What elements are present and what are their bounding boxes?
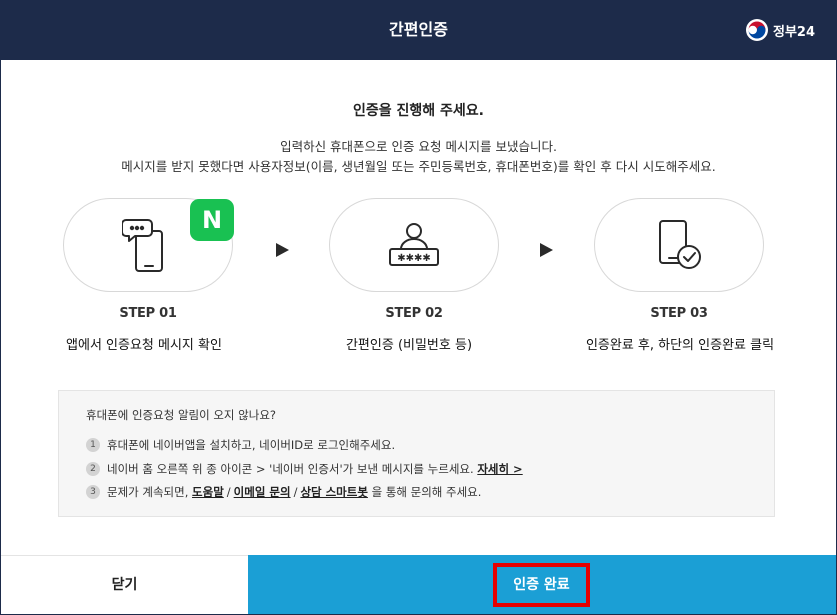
step-02-icon-box: ✱✱✱✱ bbox=[329, 198, 499, 292]
step-02-desc: 간편인증 (비밀번호 등) bbox=[345, 338, 473, 353]
help-title: 휴대폰에 인증요청 알림이 오지 않나요? bbox=[86, 408, 277, 422]
help-box: 휴대폰에 인증요청 알림이 오지 않나요? 1 휴대폰에 네이버앱을 설치하고,… bbox=[58, 390, 775, 517]
step-03-desc: 인증완료 후, 하단의 인증완료 클릭 bbox=[585, 338, 775, 353]
help-item-text: 네이버 홈 오른쪽 위 종 아이콘 > '네이버 인증서'가 보낸 메시지를 누… bbox=[107, 462, 474, 476]
step-01-desc: 앱에서 인증요청 메시지 확인 bbox=[66, 338, 222, 353]
help-item-number: 1 bbox=[86, 438, 100, 452]
help-item: 3 문제가 계속되면, 도움말 / 이메일 문의 / 상담 스마트봇 을 통해 … bbox=[86, 484, 481, 500]
gov24-logo-text: 정부24 bbox=[772, 24, 815, 40]
arrow-right-icon bbox=[540, 243, 553, 257]
auth-complete-button[interactable]: 인증 완료 bbox=[493, 563, 590, 607]
arrow-right-icon bbox=[276, 243, 289, 257]
help-item-number: 2 bbox=[86, 462, 100, 476]
main-heading: 인증을 진행해 주세요. bbox=[353, 103, 484, 119]
help-item: 1 휴대폰에 네이버앱을 설치하고, 네이버ID로 로그인해주세요. bbox=[86, 437, 395, 453]
phone-chat-icon bbox=[122, 219, 163, 272]
instruction-line-1: 입력하신 휴대폰으로 인증 요청 메시지를 보냈습니다. bbox=[280, 139, 557, 154]
help-item-number: 3 bbox=[86, 485, 100, 499]
details-link[interactable]: 자세히 > bbox=[477, 461, 522, 477]
step-01-label: STEP 01 bbox=[119, 306, 177, 321]
help-item-text: 문제가 계속되면, bbox=[107, 485, 189, 499]
naver-app-icon: N bbox=[190, 199, 234, 241]
instruction-line-2: 메시지를 받지 못했다면 사용자정보(이름, 생년월일 또는 주민등록번호, 휴… bbox=[121, 159, 716, 174]
step-03-icon-box bbox=[594, 198, 764, 292]
help-item-text: 을 통해 문의해 주세요. bbox=[371, 485, 482, 499]
help-item-text: 휴대폰에 네이버앱을 설치하고, 네이버ID로 로그인해주세요. bbox=[107, 438, 396, 452]
email-inquiry-link[interactable]: 이메일 문의 bbox=[234, 484, 291, 500]
gov24-logo[interactable]: 정부24 bbox=[745, 18, 815, 42]
phone-check-icon bbox=[659, 220, 701, 269]
help-link[interactable]: 도움말 bbox=[192, 484, 224, 500]
page-title: 간편인증 bbox=[389, 20, 448, 39]
help-item: 2 네이버 홈 오른쪽 위 종 아이콘 > '네이버 인증서'가 보낸 메시지를… bbox=[86, 461, 523, 477]
step-02-label: STEP 02 bbox=[385, 306, 443, 321]
link-separator: / bbox=[293, 485, 298, 499]
korea-taegeuk-icon bbox=[745, 19, 768, 41]
close-button[interactable]: 닫기 bbox=[1, 555, 248, 614]
header-bar: 간편인증 정부24 bbox=[0, 0, 837, 60]
instruction-text: 입력하신 휴대폰으로 인증 요청 메시지를 보냈습니다. 메시지를 받지 못했다… bbox=[0, 137, 837, 177]
step-03-label: STEP 03 bbox=[650, 306, 708, 321]
user-password-icon: ✱✱✱✱ bbox=[389, 223, 439, 266]
complete-button-area[interactable]: 인증 완료 bbox=[248, 555, 836, 614]
smartbot-link[interactable]: 상담 스마트봇 bbox=[300, 484, 367, 500]
link-separator: / bbox=[226, 485, 231, 499]
svg-text:✱✱✱✱: ✱✱✱✱ bbox=[397, 253, 431, 264]
